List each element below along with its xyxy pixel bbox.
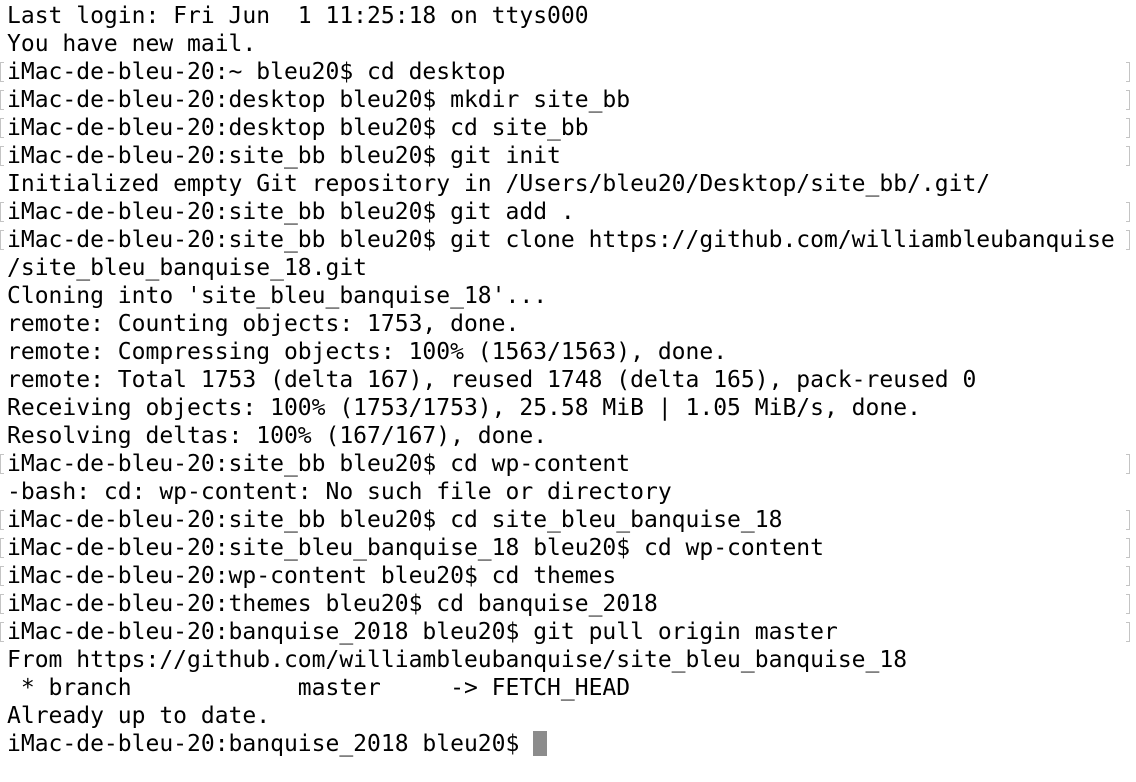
terminal-line-text: Resolving deltas: 100% (167/167), done. <box>7 423 548 449</box>
terminal-line-text: iMac-de-bleu-20:site_bb bleu20$ git add … <box>7 199 575 225</box>
terminal-output-line: /site_bleu_banquise_18.git <box>0 254 1136 282</box>
terminal-history: Last login: Fri Jun 1 11:25:18 on ttys00… <box>0 2 1136 730</box>
terminal-line-text: iMac-de-bleu-20:desktop bleu20$ cd site_… <box>7 115 589 141</box>
command-mark-right <box>1126 454 1130 474</box>
terminal-command-line: iMac-de-bleu-20:themes bleu20$ cd banqui… <box>0 590 1136 618</box>
terminal-line-text: iMac-de-bleu-20:site_bb bleu20$ git init <box>7 143 561 169</box>
terminal-line-text: iMac-de-bleu-20:~ bleu20$ cd desktop <box>7 59 506 85</box>
command-mark-left <box>0 510 4 530</box>
terminal-command-line: iMac-de-bleu-20:desktop bleu20$ mkdir si… <box>0 86 1136 114</box>
command-mark-right <box>1126 202 1130 222</box>
terminal-output-line: remote: Total 1753 (delta 167), reused 1… <box>0 366 1136 394</box>
command-mark-right <box>1126 510 1130 530</box>
terminal-line-text: iMac-de-bleu-20:themes bleu20$ cd banqui… <box>7 591 658 617</box>
command-mark-left <box>0 594 4 614</box>
command-mark-left <box>0 202 4 222</box>
terminal-command-line: iMac-de-bleu-20:~ bleu20$ cd desktop <box>0 58 1136 86</box>
command-mark-right <box>1126 90 1130 110</box>
terminal-line-text: iMac-de-bleu-20:site_bb bleu20$ cd wp-co… <box>7 451 631 477</box>
command-mark-left <box>0 118 4 138</box>
command-mark-left <box>0 566 4 586</box>
terminal-output-line: Cloning into 'site_bleu_banquise_18'... <box>0 282 1136 310</box>
terminal-line-text: * branch master -> FETCH_HEAD <box>7 675 631 701</box>
terminal-output-line: -bash: cd: wp-content: No such file or d… <box>0 478 1136 506</box>
terminal-cursor <box>533 731 548 756</box>
command-mark-right <box>1126 594 1130 614</box>
terminal-line-text: iMac-de-bleu-20:banquise_2018 bleu20$ gi… <box>7 619 838 645</box>
terminal-line-text: From https://github.com/williambleubanqu… <box>7 647 908 673</box>
terminal-line-text: You have new mail. <box>7 31 257 57</box>
command-mark-right <box>1126 622 1130 642</box>
terminal-output-line: Already up to date. <box>0 702 1136 730</box>
command-mark-right <box>1126 538 1130 558</box>
command-mark-left <box>0 622 4 642</box>
terminal-output-line: * branch master -> FETCH_HEAD <box>0 674 1136 702</box>
terminal-line-text: remote: Counting objects: 1753, done. <box>7 311 520 337</box>
command-mark-left <box>0 146 4 166</box>
terminal-line-text: Already up to date. <box>7 703 271 729</box>
terminal-output-line: remote: Counting objects: 1753, done. <box>0 310 1136 338</box>
terminal-line-text: Cloning into 'site_bleu_banquise_18'... <box>7 283 548 309</box>
terminal-command-line: iMac-de-bleu-20:wp-content bleu20$ cd th… <box>0 562 1136 590</box>
terminal-line-text: Last login: Fri Jun 1 11:25:18 on ttys00… <box>7 3 589 29</box>
terminal-input-line[interactable]: iMac-de-bleu-20:banquise_2018 bleu20$ <box>0 730 1136 758</box>
command-mark-right <box>1126 118 1130 138</box>
terminal-output-line: Last login: Fri Jun 1 11:25:18 on ttys00… <box>0 2 1136 30</box>
terminal-command-line: iMac-de-bleu-20:site_bb bleu20$ git add … <box>0 198 1136 226</box>
terminal-output-line: From https://github.com/williambleubanqu… <box>0 646 1136 674</box>
terminal-command-line: iMac-de-bleu-20:banquise_2018 bleu20$ gi… <box>0 618 1136 646</box>
command-mark-right <box>1126 62 1130 82</box>
command-mark-left <box>0 90 4 110</box>
command-mark-left <box>0 62 4 82</box>
terminal-command-line: iMac-de-bleu-20:desktop bleu20$ cd site_… <box>0 114 1136 142</box>
command-mark-left <box>0 454 4 474</box>
terminal-line-text: iMac-de-bleu-20:site_bleu_banquise_18 bl… <box>7 535 824 561</box>
terminal-line-text: remote: Compressing objects: 100% (1563/… <box>7 339 728 365</box>
terminal-line-text: remote: Total 1753 (delta 167), reused 1… <box>7 367 977 393</box>
terminal-line-text: Initialized empty Git repository in /Use… <box>7 171 991 197</box>
terminal-output-line: You have new mail. <box>0 30 1136 58</box>
terminal-line-text: Receiving objects: 100% (1753/1753), 25.… <box>7 395 921 421</box>
terminal-command-line: iMac-de-bleu-20:site_bleu_banquise_18 bl… <box>0 534 1136 562</box>
command-mark-right <box>1126 146 1130 166</box>
terminal-line-text: iMac-de-bleu-20:desktop bleu20$ mkdir si… <box>7 87 631 113</box>
terminal-output-line: remote: Compressing objects: 100% (1563/… <box>0 338 1136 366</box>
terminal-output-line: Resolving deltas: 100% (167/167), done. <box>0 422 1136 450</box>
terminal-command-line: iMac-de-bleu-20:site_bb bleu20$ cd site_… <box>0 506 1136 534</box>
terminal-line-text: iMac-de-bleu-20:site_bb bleu20$ git clon… <box>7 227 1115 253</box>
command-mark-left <box>0 230 4 250</box>
terminal-line-text: -bash: cd: wp-content: No such file or d… <box>7 479 672 505</box>
terminal-line-text: iMac-de-bleu-20:wp-content bleu20$ cd th… <box>7 563 617 589</box>
terminal-command-line: iMac-de-bleu-20:site_bb bleu20$ git init <box>0 142 1136 170</box>
terminal-command-line: iMac-de-bleu-20:site_bb bleu20$ git clon… <box>0 226 1136 254</box>
terminal-command-line: iMac-de-bleu-20:site_bb bleu20$ cd wp-co… <box>0 450 1136 478</box>
terminal-output-line: Initialized empty Git repository in /Use… <box>0 170 1136 198</box>
terminal-line-text: iMac-de-bleu-20:site_bb bleu20$ cd site_… <box>7 507 783 533</box>
terminal-output-line: Receiving objects: 100% (1753/1753), 25.… <box>0 394 1136 422</box>
command-mark-right <box>1126 230 1130 250</box>
terminal-output[interactable]: Last login: Fri Jun 1 11:25:18 on ttys00… <box>0 0 1136 782</box>
command-mark-left <box>0 538 4 558</box>
terminal-line-text: /site_bleu_banquise_18.git <box>7 255 368 281</box>
command-mark-right <box>1126 566 1130 586</box>
terminal-prompt: iMac-de-bleu-20:banquise_2018 bleu20$ <box>7 731 534 757</box>
